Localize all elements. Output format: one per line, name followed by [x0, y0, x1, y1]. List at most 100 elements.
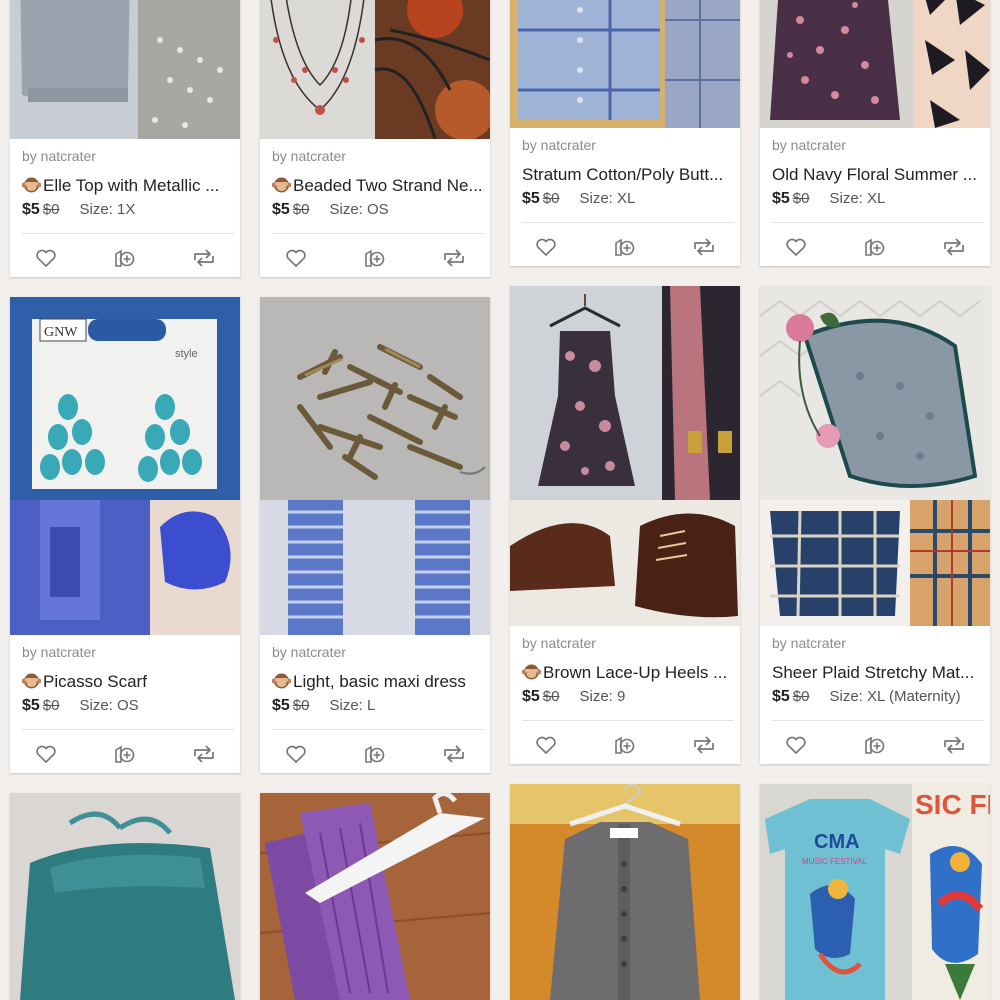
listing-photo[interactable]	[10, 0, 240, 139]
card-actions	[260, 735, 490, 773]
add-to-bundle-icon[interactable]	[111, 245, 137, 271]
listing-photo[interactable]	[260, 0, 490, 139]
listing-title[interactable]: Light, basic maxi dress	[272, 672, 482, 692]
listing-card[interactable]	[510, 784, 740, 1000]
listing-photo[interactable]: CMA MUSIC FESTIVAL SIC FES	[760, 784, 990, 1000]
add-to-bundle-icon[interactable]	[611, 234, 637, 260]
seller-name[interactable]: by natcrater	[22, 644, 96, 660]
divider	[772, 222, 984, 223]
divider	[22, 233, 234, 234]
seller-name[interactable]: by natcrater	[522, 635, 596, 651]
listing-card[interactable]: by natcrater Sheer Plaid Stretchy Mat...…	[760, 286, 990, 764]
add-to-bundle-icon[interactable]	[111, 741, 137, 767]
listing-card[interactable]: by natcrater Stratum Cotton/Poly Butt...…	[510, 0, 740, 266]
card-actions	[760, 726, 990, 764]
share-icon[interactable]	[691, 732, 717, 758]
size-label: Size: OS	[79, 697, 139, 714]
price: $5	[772, 688, 790, 705]
listing-title-text: Beaded Two Strand Ne...	[293, 176, 482, 195]
listing-title[interactable]: Sheer Plaid Stretchy Mat...	[772, 663, 982, 683]
listing-photo[interactable]	[260, 297, 490, 635]
listing-card[interactable]: by natcrater Light, basic maxi dress $5 $…	[260, 297, 490, 773]
seller-name[interactable]: by natcrater	[522, 137, 596, 153]
listing-card[interactable]: by natcrater Elle Top with Metallic ... …	[10, 0, 240, 277]
listing-photo[interactable]	[510, 286, 740, 626]
heart-icon[interactable]	[533, 732, 559, 758]
heart-icon[interactable]	[533, 234, 559, 260]
listing-card[interactable]: by natcrater Beaded Two Strand Ne... $5 $…	[260, 0, 490, 277]
share-icon[interactable]	[691, 234, 717, 260]
listing-info: by natcrater Brown Lace-Up Heels ... $5 $…	[510, 626, 740, 764]
shirt-print-subtext: MUSIC FESTIVAL	[802, 857, 868, 866]
listing-title[interactable]: Elle Top with Metallic ...	[22, 176, 232, 196]
size-label: Size: 1X	[79, 201, 136, 218]
card-actions	[260, 239, 490, 277]
divider	[772, 720, 984, 721]
price: $5	[22, 697, 40, 714]
brand-tag-text: GNW	[44, 325, 78, 340]
add-to-bundle-icon[interactable]	[361, 245, 387, 271]
listing-title[interactable]: Beaded Two Strand Ne...	[272, 176, 482, 196]
original-price: $0	[792, 688, 810, 705]
price-row: $5 $0 Size: OS	[272, 201, 389, 219]
seller-name[interactable]: by natcrater	[272, 644, 346, 660]
heart-icon[interactable]	[33, 245, 59, 271]
listing-photo[interactable]	[760, 0, 990, 128]
poster-text: SIC FES	[915, 789, 990, 820]
card-actions	[510, 228, 740, 266]
share-icon[interactable]	[441, 245, 467, 271]
listing-card[interactable]	[260, 793, 490, 1000]
listing-title-text: Brown Lace-Up Heels ...	[543, 663, 728, 682]
monkey-emoji-icon	[272, 176, 292, 193]
seller-name[interactable]: by natcrater	[272, 148, 346, 164]
listing-title[interactable]: Stratum Cotton/Poly Butt...	[522, 165, 732, 185]
listing-info: by natcrater Beaded Two Strand Ne... $5 $…	[260, 139, 490, 277]
share-icon[interactable]	[191, 245, 217, 271]
listing-photo[interactable]	[760, 286, 990, 626]
listing-card[interactable]: GNW style by natcrater Picasso Scarf $5 $…	[10, 297, 240, 773]
monkey-emoji-icon	[22, 672, 42, 689]
listing-title-text: Elle Top with Metallic ...	[43, 176, 220, 195]
original-price: $0	[292, 697, 310, 714]
heart-icon[interactable]	[783, 732, 809, 758]
seller-name[interactable]: by natcrater	[772, 137, 846, 153]
card-actions	[10, 735, 240, 773]
add-to-bundle-icon[interactable]	[861, 234, 887, 260]
share-icon[interactable]	[941, 732, 967, 758]
heart-icon[interactable]	[783, 234, 809, 260]
card-actions	[760, 228, 990, 266]
listing-title[interactable]: Old Navy Floral Summer ...	[772, 165, 982, 185]
listing-card[interactable]: by natcrater Old Navy Floral Summer ... …	[760, 0, 990, 266]
add-to-bundle-icon[interactable]	[861, 732, 887, 758]
seller-name[interactable]: by natcrater	[772, 635, 846, 651]
heart-icon[interactable]	[283, 245, 309, 271]
listing-info: by natcrater Picasso Scarf $5 $0 Size: OS	[10, 635, 240, 773]
listing-card[interactable]: CMA MUSIC FESTIVAL SIC FES	[760, 784, 990, 1000]
share-icon[interactable]	[191, 741, 217, 767]
share-icon[interactable]	[941, 234, 967, 260]
listing-photo[interactable]	[510, 0, 740, 128]
listing-card[interactable]: by natcrater Brown Lace-Up Heels ... $5 $…	[510, 286, 740, 764]
heart-icon[interactable]	[33, 741, 59, 767]
add-to-bundle-icon[interactable]	[361, 741, 387, 767]
divider	[522, 720, 734, 721]
heart-icon[interactable]	[283, 741, 309, 767]
listing-title[interactable]: Brown Lace-Up Heels ...	[522, 663, 732, 683]
listing-photo[interactable]: GNW style	[10, 297, 240, 635]
style-tag-text: style	[175, 348, 198, 360]
original-price: $0	[792, 190, 810, 207]
listing-info: by natcrater Elle Top with Metallic ... …	[10, 139, 240, 277]
seller-name[interactable]: by natcrater	[22, 148, 96, 164]
listing-photo[interactable]	[260, 793, 490, 1000]
price: $5	[522, 688, 540, 705]
listing-photo[interactable]	[10, 793, 240, 1000]
price-row: $5 $0 Size: 1X	[22, 201, 135, 219]
price: $5	[522, 190, 540, 207]
listing-photo[interactable]	[510, 784, 740, 1000]
price: $5	[772, 190, 790, 207]
add-to-bundle-icon[interactable]	[611, 732, 637, 758]
share-icon[interactable]	[441, 741, 467, 767]
size-label: Size: XL	[829, 190, 886, 207]
listing-title[interactable]: Picasso Scarf	[22, 672, 232, 692]
listing-card[interactable]	[10, 793, 240, 1000]
